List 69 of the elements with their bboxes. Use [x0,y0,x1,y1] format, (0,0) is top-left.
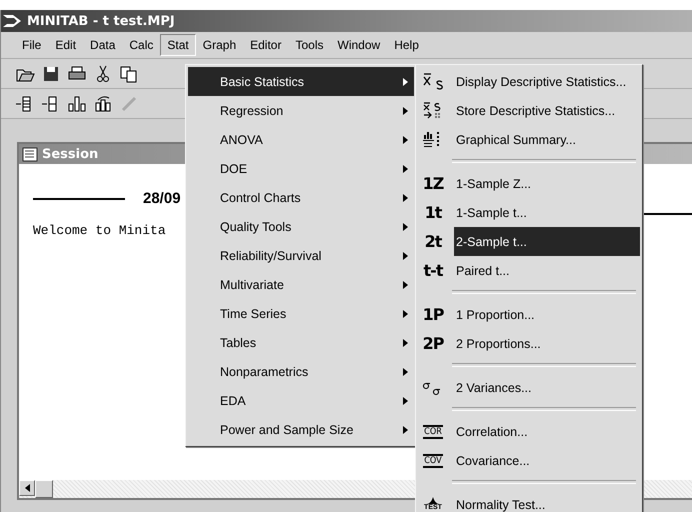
scroll-left-button[interactable] [19,480,35,496]
menu-item[interactable]: Store Descriptive Statistics... [454,96,640,125]
menu-item[interactable]: Display Descriptive Statistics... [454,67,640,96]
menu-item[interactable]: 1 Proportion... [454,300,640,329]
menu-item[interactable]: Tables [188,328,414,357]
menu-item[interactable]: Multivariate [188,270,414,299]
symbol-label: 1t [424,203,442,222]
menu-item[interactable]: Data [83,34,122,56]
symbol-label: t-t [424,261,442,280]
menu-item[interactable]: Paired t... [454,256,640,285]
menu-item[interactable]: Power and Sample Size [188,415,414,444]
menu-item[interactable]: Stat [160,34,196,56]
menu-item[interactable]: Basic Statistics [188,67,414,96]
session-icon [22,146,38,162]
submenu-arrow-icon [403,396,408,404]
submenu-arrow-icon [403,194,408,202]
menu-item[interactable]: Tools [288,34,330,56]
copy-icon[interactable] [119,64,139,84]
symbol-label: COR [423,424,443,438]
submenu-arrow-icon [403,136,408,144]
bar-chart-icon[interactable] [67,94,87,114]
menu-item[interactable]: Graph [196,34,244,56]
symbol-label: 1P [422,305,444,324]
menu-item[interactable]: Control Charts [188,183,414,212]
menu-item[interactable]: File [15,34,48,56]
menu-item[interactable]: Help [387,34,426,56]
menu-item[interactable]: Time Series [188,299,414,328]
submenu-arrow-icon [403,164,408,172]
scrollbar-thumb[interactable] [35,480,53,498]
menu-item[interactable]: ANOVA [188,125,414,154]
menu-item[interactable]: Editor [243,34,288,56]
welcome-text: Welcome to Minita [33,223,166,238]
menu-item[interactable]: EDA [188,386,414,415]
symbol-label: 2P [422,334,444,353]
submenu-arrow-icon [403,426,408,434]
menu-item[interactable]: Edit [48,34,84,56]
menu-item[interactable]: 2 Proportions... [454,329,640,358]
session-title: Session [42,146,98,162]
menu-item[interactable]: Reliability/Survival [188,241,414,270]
menu-item[interactable]: DOE [188,154,414,183]
window-title: MINITAB - t test.MPJ [27,14,175,28]
submenu-arrow-icon [403,368,408,376]
chart-arrow-icon[interactable] [93,94,113,114]
statistics-symbol-icon [422,72,444,90]
menu-item[interactable]: Graphical Summary... [454,125,640,154]
menu-item[interactable]: Correlation... [454,417,640,446]
left-arrow-icon [24,484,30,492]
menu-item[interactable]: Normality Test... [454,490,640,512]
menu-item[interactable]: Regression [188,96,414,125]
submenu-arrow-icon [403,280,408,288]
menu-item[interactable]: 2 Variances... [454,373,640,402]
menu-item[interactable]: 2-Sample t... [454,227,640,256]
symbol-label: COV [423,454,443,468]
submenu-arrow-icon [403,252,408,260]
menu-item[interactable]: Calc [122,34,160,56]
symbol-label: 1Z [422,174,444,193]
menu-item[interactable]: Window [330,34,388,56]
symbol-label: 2t [424,232,442,251]
menu-item[interactable]: Quality Tools [188,212,414,241]
menu-item[interactable]: 1-Sample t... [454,198,640,227]
menu-item[interactable]: Covariance... [454,446,640,475]
session-date: 28/09 [143,190,181,207]
menu-item[interactable]: Nonparametrics [188,357,414,386]
submenu-arrow-icon [403,78,408,86]
submenu-arrow-icon [403,310,408,318]
submenu-arrow-icon [403,338,408,346]
menu-item[interactable]: 1-Sample Z... [454,169,640,198]
submenu-arrow-icon [403,106,408,114]
submenu-arrow-icon [403,222,408,230]
